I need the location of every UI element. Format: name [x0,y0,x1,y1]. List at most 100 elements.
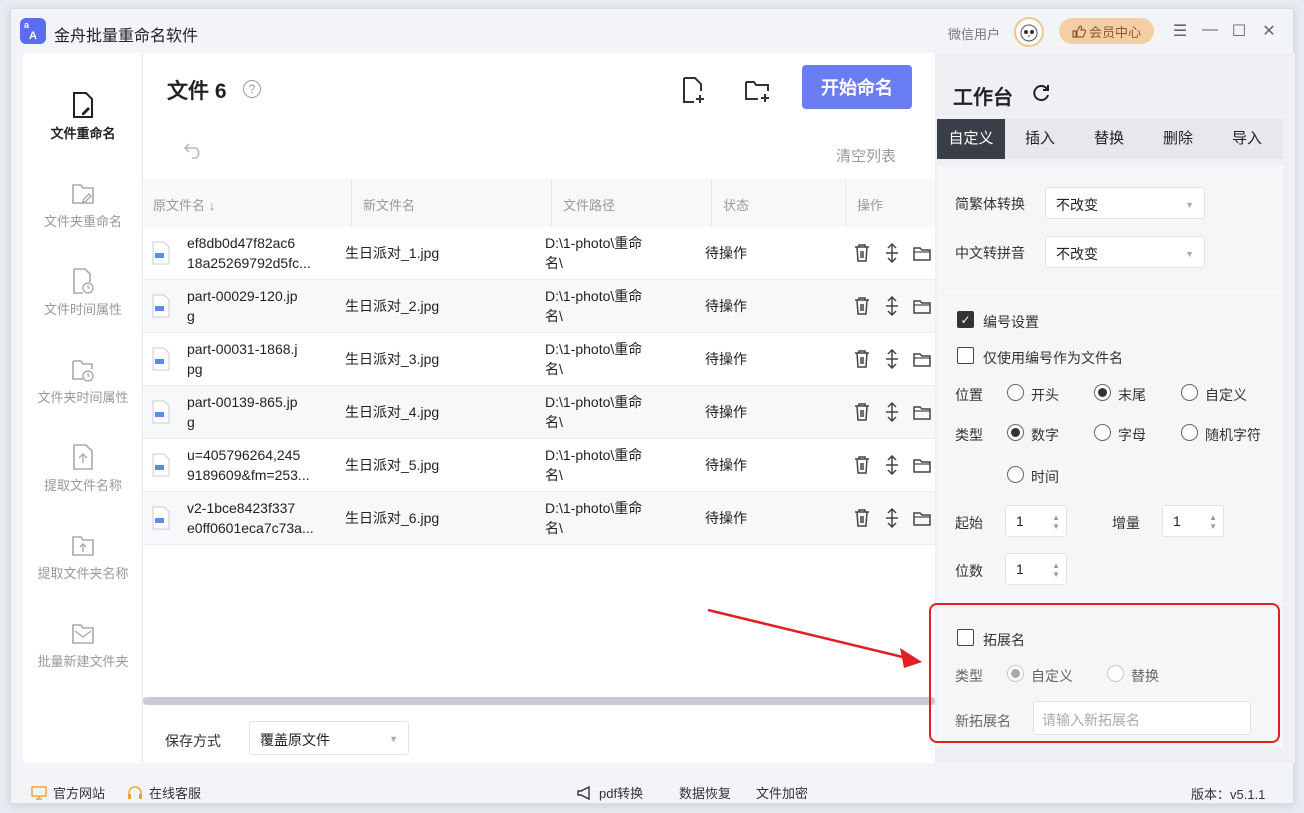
tab-delete[interactable]: 删除 [1144,119,1212,159]
numbering-checkbox[interactable]: ✓ [957,311,974,328]
type-time-label: 时间 [1031,469,1059,485]
pdf-convert-link[interactable]: pdf转换 [577,783,643,802]
help-icon[interactable]: ? [243,80,261,98]
save-mode-select[interactable]: 覆盖原文件 ▼ [249,721,409,755]
workbench-panel: 工作台 自定义 插入 替换 删除 导入 简繁体转换 不改变 ▼ 中文转拼音 不改变… [935,53,1295,763]
table-row[interactable]: u=405796264,245 9189609&fm=253... 生日派对_5.… [143,439,935,492]
tab-custom[interactable]: 自定义 [937,119,1005,159]
start-stepper[interactable]: 1 ▲ ▼ [1005,505,1067,537]
new-extension-input[interactable]: 请输入新拓展名 [1033,701,1251,735]
stepper-up-icon[interactable]: ▲ [1209,514,1217,522]
move-icon[interactable] [883,349,901,369]
position-end-radio[interactable] [1094,384,1111,401]
move-icon[interactable] [883,508,901,528]
col-original-name[interactable]: 原文件名 ↓ [153,195,215,214]
open-folder-icon[interactable] [913,243,931,263]
move-icon[interactable] [883,243,901,263]
vip-center-button[interactable]: 会员中心 [1059,18,1154,44]
stepper-down-icon[interactable]: ▼ [1209,523,1217,531]
only-number-checkbox[interactable] [957,347,974,364]
image-file-icon [152,506,170,530]
close-icon[interactable]: ✕ [1258,21,1280,41]
table-row[interactable]: part-00139-865.jp g 生日派对_4.jpg D:\1-photo… [143,386,935,439]
trash-icon[interactable] [853,349,871,369]
open-folder-icon[interactable] [913,402,931,422]
digits-stepper[interactable]: 1 ▲ ▼ [1005,553,1067,585]
col-new-name: 新文件名 [363,198,416,213]
pinyin-select[interactable]: 不改变 ▼ [1045,236,1205,268]
sidebar-item-extract-foldername[interactable]: 提取文件夹名称 [23,531,143,582]
scrollbar-thumb[interactable] [143,697,935,705]
horizontal-scrollbar[interactable] [143,697,935,705]
refresh-icon[interactable] [1031,83,1051,103]
tab-replace[interactable]: 替换 [1075,119,1143,159]
maximize-icon[interactable]: ☐ [1228,21,1250,41]
position-custom-radio[interactable] [1181,384,1198,401]
file-clock-icon [73,268,94,294]
tab-insert[interactable]: 插入 [1006,119,1074,159]
stepper-down-icon[interactable]: ▼ [1052,571,1060,579]
avatar[interactable] [1014,17,1044,47]
type-time-radio[interactable] [1007,466,1024,483]
start-rename-button[interactable]: 开始命名 [802,65,912,109]
original-name-cell: ef8db0d47f82ac6 18a25269792d5fc... [187,235,311,271]
extension-checkbox[interactable] [957,629,974,646]
trash-icon[interactable] [853,296,871,316]
add-file-icon[interactable] [679,75,707,105]
official-website-link[interactable]: 官方网站 [31,783,105,802]
type-number-radio[interactable] [1007,424,1024,441]
move-icon[interactable] [883,402,901,422]
sidebar-item-file-rename[interactable]: 文件重命名 [23,91,143,142]
sidebar-item-batch-folder[interactable]: 批量新建文件夹 [23,619,143,670]
position-start-radio[interactable] [1007,384,1024,401]
sidebar-item-folder-time[interactable]: 文件夹时间属性 [23,355,143,406]
workbench-title: 工作台 [953,87,1013,109]
headset-icon [128,785,142,799]
stepper-up-icon[interactable]: ▲ [1052,562,1060,570]
monitor-icon [31,785,47,800]
ext-replace-radio[interactable] [1107,665,1124,682]
ext-custom-radio[interactable] [1007,665,1024,682]
open-folder-icon[interactable] [913,349,931,369]
data-recover-link[interactable]: 数据恢复 [679,783,731,802]
table-row[interactable]: part-00029-120.jp g 生日派对_2.jpg D:\1-photo… [143,280,935,333]
minimize-icon[interactable]: — [1199,21,1221,39]
tab-import[interactable]: 导入 [1213,119,1281,159]
move-icon[interactable] [883,455,901,475]
table-row[interactable]: part-00031-1868.j pg 生日派对_3.jpg D:\1-phot… [143,333,935,386]
sidebar-item-folder-rename[interactable]: 文件夹重命名 [23,179,143,230]
table-row[interactable]: ef8db0d47f82ac6 18a25269792d5fc... 生日派对_1… [143,227,935,280]
stepper-up-icon[interactable]: ▲ [1052,514,1060,522]
step-stepper[interactable]: 1 ▲ ▼ [1162,505,1224,537]
stepper-down-icon[interactable]: ▼ [1052,523,1060,531]
add-folder-icon[interactable] [743,75,771,105]
open-folder-icon[interactable] [913,508,931,528]
trash-icon[interactable] [853,455,871,475]
chevron-down-icon: ▼ [1185,249,1194,259]
trash-icon[interactable] [853,243,871,263]
menu-icon[interactable]: ☰ [1169,21,1191,41]
user-name[interactable]: 微信用户 [948,24,1000,43]
type-random-radio[interactable] [1181,424,1198,441]
table-header: 原文件名 ↓ 新文件名 文件路径 状态 操作 [143,179,935,227]
online-support-link[interactable]: 在线客服 [127,783,201,802]
trash-icon[interactable] [853,402,871,422]
open-folder-icon[interactable] [913,455,931,475]
trad-convert-select[interactable]: 不改变 ▼ [1045,187,1205,219]
trash-icon[interactable] [853,508,871,528]
app-window: a A 金舟批量重命名软件 微信用户 会员中心 ☰ — ☐ ✕ 文件重命名 文件… [10,8,1295,804]
sidebar-item-extract-filename[interactable]: 提取文件名称 [23,443,143,494]
open-folder-icon[interactable] [913,296,931,316]
undo-icon[interactable] [183,141,205,159]
table-row[interactable]: v2-1bce8423f337 e0ff0601eca7c73a... 生日派对_… [143,492,935,545]
new-name-cell: 生日派对_1.jpg [345,245,440,261]
original-name-cell: u=405796264,245 9189609&fm=253... [187,447,310,483]
app-title: 金舟批量重命名软件 [54,28,199,45]
sort-down-icon[interactable]: ↓ [209,198,216,213]
type-letter-radio[interactable] [1094,424,1111,441]
file-encrypt-link[interactable]: 文件加密 [756,783,808,802]
clear-list-button[interactable]: 清空列表 [836,145,896,166]
move-icon[interactable] [883,296,901,316]
sidebar-item-file-time[interactable]: 文件时间属性 [23,267,143,318]
new-ext-label: 新拓展名 [955,713,1011,729]
